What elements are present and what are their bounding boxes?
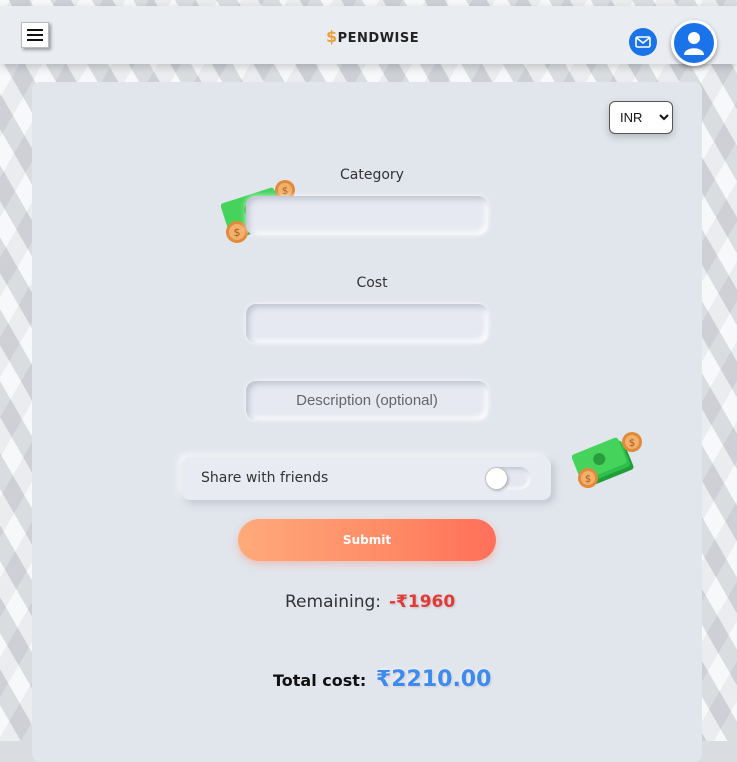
- svg-text:$: $: [629, 438, 635, 449]
- remaining-summary: Remaining: -₹1960: [285, 592, 455, 612]
- submit-button[interactable]: Submit: [238, 519, 496, 561]
- description-input[interactable]: [246, 381, 488, 420]
- total-value: ₹2210.00: [375, 667, 492, 692]
- remaining-label: Remaining:: [285, 592, 381, 612]
- share-label: Share with friends: [201, 470, 329, 486]
- svg-text:$: $: [585, 474, 591, 485]
- toggle-knob: [486, 468, 507, 489]
- category-label: Category: [340, 167, 404, 183]
- top-navbar: $PENDWISE: [0, 6, 737, 66]
- share-with-friends-row: Share with friends: [182, 457, 551, 500]
- remaining-value: -₹1960: [389, 592, 456, 612]
- brand-name: PENDWISE: [337, 31, 420, 46]
- total-cost-summary: Total cost: ₹2210.00: [273, 667, 491, 692]
- category-input[interactable]: [246, 196, 488, 235]
- brand-logo[interactable]: $PENDWISE: [326, 27, 419, 46]
- currency-select[interactable]: INR: [609, 101, 673, 134]
- user-icon[interactable]: [671, 20, 717, 66]
- total-label: Total cost:: [273, 671, 367, 690]
- menu-icon[interactable]: [21, 22, 49, 48]
- cost-label: Cost: [356, 275, 388, 291]
- expense-form-card: [32, 82, 702, 762]
- money-stack-icon: $ $: [572, 432, 642, 488]
- share-toggle[interactable]: [485, 467, 531, 490]
- mail-icon[interactable]: [629, 28, 657, 56]
- brand-dollar-sign: $: [326, 27, 338, 46]
- cost-input[interactable]: [246, 304, 488, 343]
- svg-text:$: $: [234, 226, 241, 239]
